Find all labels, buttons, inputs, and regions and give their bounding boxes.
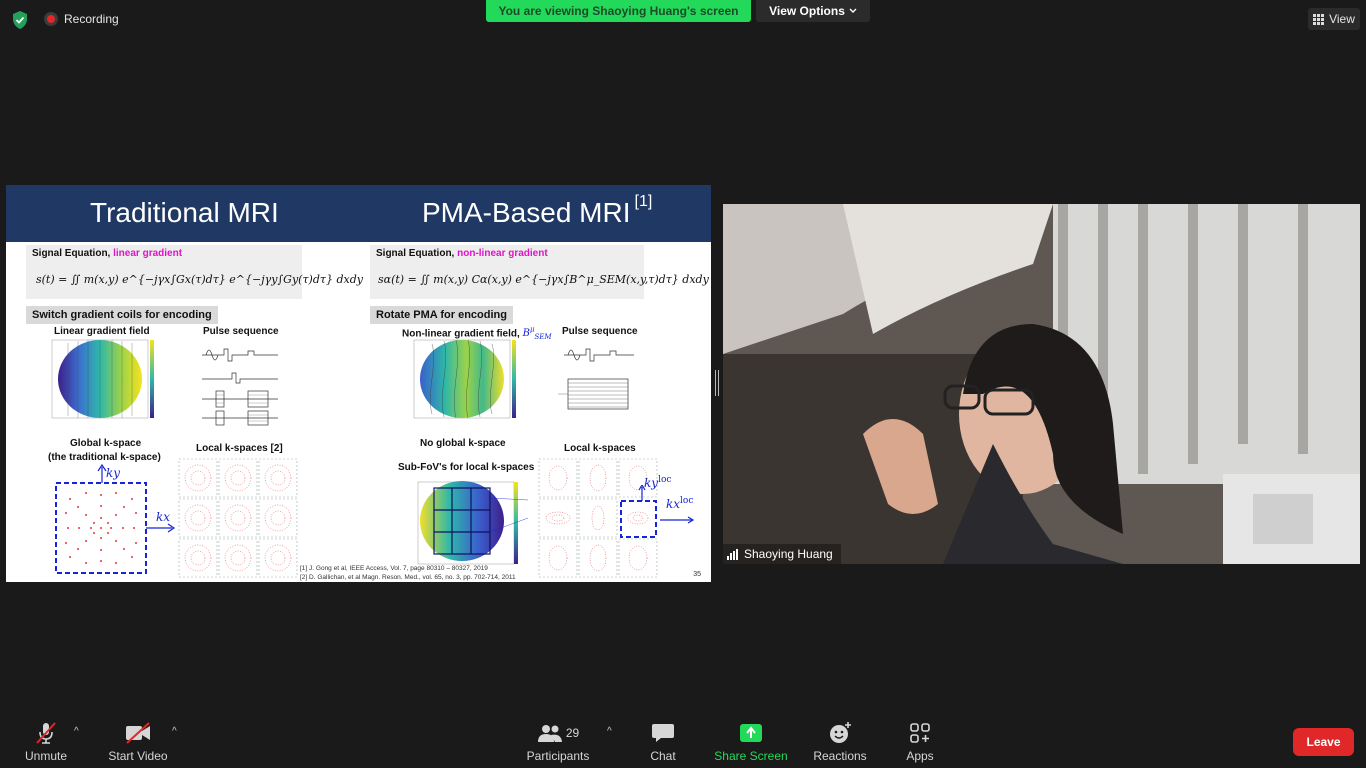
slide-title-right-text: PMA-Based MRI [422,197,631,228]
participant-name-tag: Shaoying Huang [723,544,841,564]
participants-icon [537,725,562,742]
shared-screen-slide[interactable]: Traditional MRI PMA-Based MRI [1] Signal … [6,185,711,582]
left-signal-highlight: linear gradient [113,248,183,259]
reactions-label: Reactions [813,749,867,763]
right-signal-highlight: non-linear gradient [457,248,548,259]
no-global-kspace-label: No global k-space [420,438,506,449]
participants-icon-row: 29 [528,722,588,744]
participant-video-tile[interactable]: Shaoying Huang [723,204,1360,564]
audio-options-caret[interactable]: ^ [74,726,79,737]
left-section-bar: Switch gradient coils for encoding [26,306,218,324]
slide-reference-1: [1] J. Gong et al, IEEE Access, Vol. 7, … [300,565,488,572]
right-signal-formula: sα(t) = ∬ m(x,y) Cα(x,y) e^{−jγx∫B^μ_SEM… [378,273,709,286]
left-signal-label-text: Signal Equation, [32,248,111,259]
unmute-button[interactable]: Unmute [20,722,72,763]
left-signal-formula: s(t) = ∬ m(x,y) e^{−jγx∫Gx(τ)dτ} e^{−jγy… [36,273,363,286]
recording-icon [44,12,58,26]
chat-label: Chat [650,749,676,763]
left-signal-label: Signal Equation, linear gradient [32,248,182,259]
view-button[interactable]: View [1308,8,1360,30]
slide-title-left: Traditional MRI [90,197,279,228]
linear-gradient-field-plot [51,339,154,419]
microphone-muted-icon [32,722,60,744]
view-options-label: View Options [769,4,845,18]
participants-button[interactable]: 29 Participants [524,722,592,763]
global-kspace-label: Global k-space [70,438,142,449]
ky-axis-label: ky [106,466,121,480]
view-label: View [1329,12,1355,26]
left-local-kspaces-grid [178,458,298,578]
bsem-symbol-sub: SEM [534,333,552,342]
signal-strength-icon [727,548,738,560]
apps-icon [906,722,934,744]
recording-label: Recording [64,12,119,26]
chat-button[interactable]: Chat [646,722,680,763]
grid-view-icon [1313,13,1325,25]
participant-video-image [723,204,1360,564]
apps-button[interactable]: Apps [902,722,938,763]
smiley-add-icon [826,722,854,744]
share-screen-button[interactable]: Share Screen [714,722,788,763]
viewing-screen-banner: You are viewing Shaoying Huang's screen [486,0,751,22]
unmute-label: Unmute [24,749,68,763]
slide-page-number: 35 [693,571,701,578]
ky-loc-sup: loc [658,475,672,485]
right-pulse-sequence-diagram [558,348,634,410]
right-section-bar: Rotate PMA for encoding [370,306,513,324]
start-video-label: Start Video [108,749,168,763]
subfov-disc-plot [417,481,529,565]
view-options-button[interactable]: View Options [756,0,870,22]
participants-options-caret[interactable]: ^ [607,726,612,737]
slide-reference-2: [2] D. Gallichan, et al Magn. Reson. Med… [300,574,516,581]
slide-title-ref: [1] [634,193,653,210]
leave-button[interactable]: Leave [1293,728,1354,756]
left-pulse-label: Pulse sequence [203,326,279,337]
video-camera-off-icon [124,722,152,744]
slide-title-right: PMA-Based MRI [1] [422,193,652,229]
start-video-button[interactable]: Start Video [104,722,172,763]
loc-axis-arrows [638,485,695,524]
right-signal-label: Signal Equation, non-linear gradient [376,248,548,259]
kx-axis-label: kx [156,510,171,524]
video-options-caret[interactable]: ^ [172,726,177,737]
right-local-kspaces-label: Local k-spaces [564,443,636,454]
chevron-down-icon [849,8,857,13]
recording-indicator[interactable]: Recording [44,12,119,26]
subfov-label: Sub-FoV's for local k-spaces [398,462,535,473]
share-screen-label: Share Screen [714,749,788,763]
global-kspace-sub: (the traditional k-space) [48,452,161,463]
right-pulse-label: Pulse sequence [562,326,638,337]
apps-label: Apps [906,749,934,763]
left-local-kspaces-label: Local k-spaces [2] [196,443,283,454]
panel-resize-handle[interactable] [715,370,719,396]
chat-bubble-icon [649,722,677,744]
participants-label: Participants [526,749,590,763]
nonlinear-gradient-field-plot [413,339,516,419]
linear-field-label: Linear gradient field [54,326,150,337]
participants-count: 29 [565,726,580,740]
slide-header: Traditional MRI PMA-Based MRI [1] [6,185,711,242]
participant-name: Shaoying Huang [744,547,833,561]
security-shield-icon[interactable] [10,10,30,30]
bsem-symbol: BμSEM [523,326,552,342]
share-screen-icon [737,722,765,744]
left-pulse-sequence-diagram [202,348,278,426]
reactions-button[interactable]: Reactions [812,722,868,763]
right-signal-label-text: Signal Equation, [376,248,455,259]
